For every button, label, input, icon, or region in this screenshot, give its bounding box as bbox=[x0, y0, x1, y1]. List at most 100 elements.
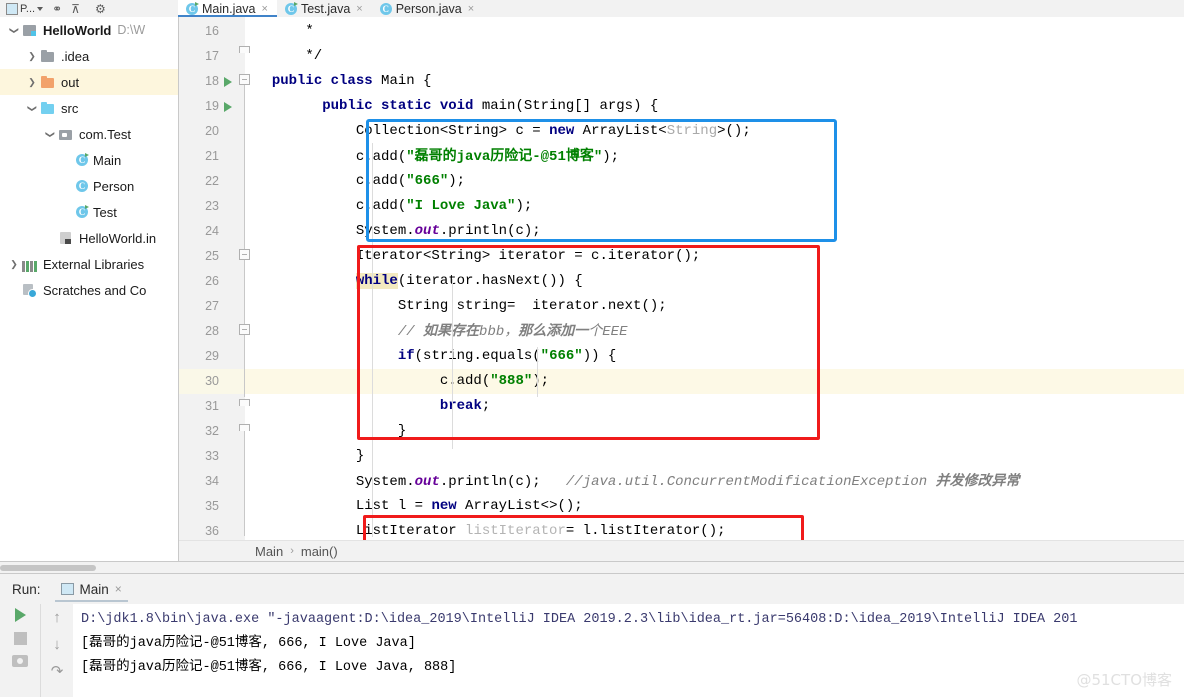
editor-line[interactable]: 27 String string= iterator.next(); bbox=[179, 294, 1184, 319]
sidebar-item-person[interactable]: C Person bbox=[0, 173, 178, 199]
screenshot-icon[interactable] bbox=[12, 655, 28, 667]
editor-line[interactable]: 21 c.add("磊哥的java历险记-@51博客"); bbox=[179, 144, 1184, 169]
fold-marker-end[interactable] bbox=[239, 424, 250, 431]
java-class-runnable-icon: C bbox=[284, 1, 298, 15]
editor-line[interactable]: 18 public class Main { bbox=[179, 69, 1184, 94]
chevron-down-icon[interactable] bbox=[24, 103, 40, 114]
sidebar-item-out[interactable]: out bbox=[0, 69, 178, 95]
chevron-down-icon[interactable] bbox=[6, 25, 22, 36]
run-toolbar-right: ↑ ↓ ↷ bbox=[40, 604, 73, 697]
sidebar-item-main[interactable]: C Main bbox=[0, 147, 178, 173]
editor-line[interactable]: 26 while(iterator.hasNext()) { bbox=[179, 269, 1184, 294]
editor-line[interactable]: 31 break; bbox=[179, 394, 1184, 419]
editor-line[interactable]: 35 List l = new ArrayList<>(); bbox=[179, 494, 1184, 519]
chevron-right-icon[interactable] bbox=[6, 259, 22, 270]
tab-person-java[interactable]: C Person.java × bbox=[372, 0, 483, 17]
sidebar-item-external-libraries[interactable]: External Libraries bbox=[0, 251, 178, 277]
settings-gear-icon[interactable]: ⚙ bbox=[95, 3, 106, 15]
sidebar-item-src[interactable]: src bbox=[0, 95, 178, 121]
sidebar-item-test[interactable]: C Test bbox=[0, 199, 178, 225]
arrow-down-icon[interactable]: ↓ bbox=[53, 637, 61, 652]
editor-line[interactable]: 22 c.add("666"); bbox=[179, 169, 1184, 194]
idea-window: P... ⚭ ⊼ ⚙ C Main.java × C Test.java × C… bbox=[0, 0, 1184, 697]
java-class-runnable-icon: C bbox=[76, 153, 89, 166]
run-gutter-icon[interactable] bbox=[224, 77, 232, 87]
run-header: Run: Main × bbox=[0, 574, 1184, 604]
sidebar-item-helloworld-in[interactable]: HelloWorld.in bbox=[0, 225, 178, 251]
tab-main-java[interactable]: C Main.java × bbox=[178, 0, 277, 17]
run-icon[interactable] bbox=[14, 608, 26, 622]
project-window-icon bbox=[6, 2, 18, 15]
editor-line[interactable]: 29 if(string.equals("666")) { bbox=[179, 344, 1184, 369]
code-editor[interactable]: 16 * 17 */18 public class Main {19 public… bbox=[179, 17, 1184, 540]
chevron-right-icon[interactable] bbox=[24, 51, 40, 62]
line-number: 21 bbox=[205, 149, 219, 163]
editor-line[interactable]: 34 System.out.println(c); //java.util.Co… bbox=[179, 469, 1184, 494]
run-tab-main[interactable]: Main × bbox=[54, 574, 129, 604]
editor-line[interactable]: 28 // 如果存在bbb，那么添加一个EEE bbox=[179, 319, 1184, 344]
stop-icon[interactable] bbox=[13, 632, 27, 645]
editor-tab-strip: C Main.java × C Test.java × C Person.jav… bbox=[178, 0, 1184, 17]
editor-line[interactable]: 16 * bbox=[179, 19, 1184, 44]
chevron-down-icon[interactable] bbox=[42, 129, 58, 140]
editor-line[interactable]: 23 c.add("I Love Java"); bbox=[179, 194, 1184, 219]
horizontal-scrollbar[interactable] bbox=[0, 565, 96, 571]
breadcrumb-class[interactable]: Main bbox=[255, 544, 283, 559]
editor-line[interactable]: 32 } bbox=[179, 419, 1184, 444]
code-text: String string= iterator.next(); bbox=[255, 298, 667, 314]
line-number: 22 bbox=[205, 174, 219, 188]
line-number: 25 bbox=[205, 249, 219, 263]
arrow-up-icon[interactable]: ↑ bbox=[53, 610, 61, 625]
project-tree[interactable]: HelloWorld D:\W .idea out srccom.Test C Main CP… bbox=[0, 17, 179, 573]
code-text: Iterator<String> iterator = c.iterator()… bbox=[255, 248, 701, 264]
structure-icon[interactable]: ⚭ bbox=[52, 3, 62, 15]
top-toolbar: P... ⚭ ⊼ ⚙ C Main.java × C Test.java × C… bbox=[0, 0, 1184, 18]
editor-line[interactable]: 19 public static void main(String[] args… bbox=[179, 94, 1184, 119]
dropdown-caret-icon[interactable] bbox=[37, 6, 44, 11]
sidebar-item-label: out bbox=[61, 74, 80, 90]
java-class-icon: C bbox=[76, 180, 88, 192]
orange-folder-icon bbox=[40, 74, 56, 90]
code-text: Collection<String> c = new ArrayList<Str… bbox=[255, 123, 751, 139]
editor-line[interactable]: 20 Collection<String> c = new ArrayList<… bbox=[179, 119, 1184, 144]
close-icon[interactable]: × bbox=[468, 3, 474, 15]
fold-marker-collapse[interactable] bbox=[239, 74, 250, 85]
line-number: 18 bbox=[205, 74, 219, 88]
soft-wrap-icon[interactable]: ↷ bbox=[51, 664, 64, 679]
tab-label: Main.java bbox=[202, 1, 256, 16]
editor-line[interactable]: 24 System.out.println(c); bbox=[179, 219, 1184, 244]
sidebar-item-helloworld[interactable]: HelloWorld D:\W bbox=[0, 17, 178, 43]
sidebar-item-idea[interactable]: .idea bbox=[0, 43, 178, 69]
code-text: System.out.println(c); bbox=[255, 223, 541, 239]
breadcrumb-separator-icon: › bbox=[290, 545, 294, 557]
close-icon[interactable]: × bbox=[356, 3, 362, 15]
watermark: @51CTO博客 bbox=[1076, 671, 1172, 689]
run-gutter-icon[interactable] bbox=[224, 102, 232, 112]
sidebar-item-com-test[interactable]: com.Test bbox=[0, 121, 178, 147]
editor-line[interactable]: 17 */ bbox=[179, 44, 1184, 69]
close-icon[interactable]: × bbox=[115, 582, 122, 596]
libraries-icon bbox=[22, 256, 38, 272]
fold-marker-collapse[interactable] bbox=[239, 249, 250, 260]
breadcrumb[interactable]: Main › main() bbox=[179, 540, 1184, 561]
editor-line[interactable]: 25 Iterator<String> iterator = c.iterato… bbox=[179, 244, 1184, 269]
code-text: // 如果存在bbb，那么添加一个EEE bbox=[397, 323, 628, 340]
collapse-icon[interactable]: ⊼ bbox=[71, 3, 80, 15]
chevron-right-icon[interactable] bbox=[24, 77, 40, 88]
editor-line[interactable]: 36 ListIterator listIterator= l.listIter… bbox=[179, 519, 1184, 540]
close-icon[interactable]: × bbox=[262, 3, 268, 15]
editor-line[interactable]: 33 } bbox=[179, 444, 1184, 469]
sidebar-item-scratches-and-co[interactable]: Scratches and Co bbox=[0, 277, 178, 303]
code-text: */ bbox=[255, 48, 323, 64]
console-output[interactable]: D:\jdk1.8\bin\java.exe "-javaagent:D:\id… bbox=[73, 604, 1184, 697]
editor-line[interactable]: 30 c.add("888"); bbox=[179, 369, 1184, 394]
fold-marker-end[interactable] bbox=[239, 46, 250, 53]
tab-test-java[interactable]: C Test.java × bbox=[277, 0, 372, 17]
line-number: 27 bbox=[205, 299, 219, 313]
project-tool-button[interactable]: P... bbox=[6, 2, 44, 15]
tab-label: Test.java bbox=[300, 1, 351, 16]
fold-marker-collapse[interactable] bbox=[239, 324, 250, 335]
run-toolbar-left bbox=[0, 604, 40, 697]
breadcrumb-method[interactable]: main() bbox=[301, 544, 338, 559]
fold-marker-end[interactable] bbox=[239, 399, 250, 406]
